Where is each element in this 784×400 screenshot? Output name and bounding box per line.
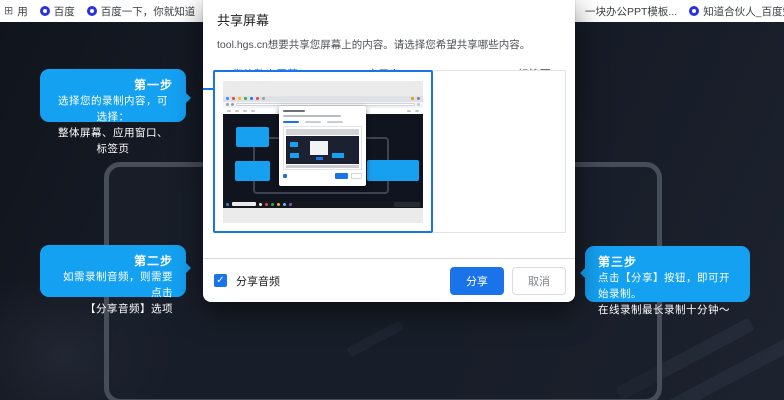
screen-thumbnail-image <box>223 80 423 223</box>
mini-favicon <box>250 97 253 100</box>
callout-step1: 第一步 选择您的录制内容，可选择： 整体屏幕、应用窗口、标签页 <box>40 69 191 155</box>
mini-start-button <box>226 202 229 206</box>
screen-picker-area <box>213 70 566 233</box>
mini-window-controls <box>417 97 420 100</box>
mini-tab <box>327 120 343 123</box>
dialog-subtitle: tool.hgs.cn想要共享您屏幕上的内容。请选择您希望共享哪些内容。 <box>217 39 531 51</box>
mini-dialog-tabs <box>283 120 362 123</box>
mini-bookmark <box>243 109 247 112</box>
mini-bookmark <box>235 109 239 112</box>
bookmark-baidu[interactable]: 百度 <box>39 4 75 19</box>
mini-mini-screenshot <box>286 135 359 164</box>
mini-callout-step2 <box>235 160 270 181</box>
callout-step1-line2: 整体屏幕、应用窗口、标签页 <box>58 127 168 155</box>
callout-step3-line2: 在线录制最长录制十分钟～ <box>598 304 730 316</box>
bookmark-baidu-search[interactable]: 百度一下，你就知道 <box>86 4 196 19</box>
dialog-title: 共享屏幕 <box>217 13 270 28</box>
mini-picker <box>283 125 362 170</box>
callout-step3-title: 第三步 <box>598 255 638 269</box>
bookmark-label: 用 <box>17 5 28 18</box>
bookmark-label: 百度 <box>53 5 75 18</box>
mini-taskbar-icon <box>259 202 262 206</box>
screen-thumbnail-cell-selected[interactable] <box>213 70 433 233</box>
mini-favicon <box>226 97 229 100</box>
mini-dialog-title <box>283 109 305 112</box>
callout-step3: 第三步 点击【分享】按钮，即可开始录制。 在线录制最长录制十分钟～ <box>580 246 750 316</box>
mini-taskbar-icon <box>271 202 274 206</box>
mini-favicon <box>232 97 235 100</box>
mini-system-tray <box>394 201 420 207</box>
share-audio-label: 分享音频 <box>236 275 280 288</box>
mini-mini-callout <box>332 152 344 158</box>
mini-favicon <box>238 97 241 100</box>
mini-letterbox-bottom <box>286 164 359 168</box>
mini-search-box <box>232 202 256 206</box>
mini-nav-icon <box>226 103 229 106</box>
callout-pointer-right <box>184 261 198 275</box>
mini-profile-icon <box>417 103 420 106</box>
callout-step2-line1: 如需录制音频，则需要点击 <box>63 271 173 299</box>
mini-taskbar-icon <box>265 202 268 206</box>
mini-letterbox <box>286 128 359 135</box>
mini-bookmark <box>407 109 411 112</box>
mini-share-dialog <box>279 105 366 186</box>
mini-taskbar <box>223 200 423 208</box>
callout-step1-line1: 选择您的录制内容，可选择： <box>58 95 168 123</box>
callout-step2-line2: 【分享音频】选项 <box>85 303 173 315</box>
mini-share-button <box>335 172 348 179</box>
bookmark-label: 百度一下，你就知道 <box>100 5 196 18</box>
share-audio-checkbox[interactable]: ✓ <box>214 274 227 287</box>
baidu-icon <box>86 6 97 16</box>
mini-mini-callout <box>290 152 299 158</box>
bookmark-apps[interactable]: ⊞ 用 <box>4 4 28 19</box>
mini-callout-step1 <box>236 126 269 147</box>
screen-thumbnail-cell-empty[interactable] <box>433 70 566 233</box>
mini-nav-icon <box>231 103 234 106</box>
callout-step2: 第二步 如需录制音频，则需要点击 【分享音频】选项 <box>40 245 191 315</box>
bookmark-zhidao[interactable]: 知道合伙人_百度知道 <box>689 4 784 19</box>
mini-taskbar-icon <box>289 202 292 206</box>
baidu-icon <box>39 6 50 16</box>
mini-bookmark <box>251 109 255 112</box>
dialog-footer: ✓ 分享音频 分享 取消 <box>203 258 575 302</box>
bookmark-label: 一块办公PPT模板... <box>585 5 678 18</box>
callout-step2-title: 第二步 <box>133 254 173 268</box>
mini-callout-step3 <box>367 159 419 181</box>
mini-mini-button <box>316 156 323 160</box>
mini-favicon <box>244 97 247 100</box>
callout-step3-line1: 点击【分享】按钮，即可开始录制。 <box>598 272 730 300</box>
mini-tab-active <box>283 120 299 123</box>
mini-cancel-button <box>351 172 362 179</box>
mini-bookmark <box>415 109 419 112</box>
cancel-button[interactable]: 取消 <box>512 266 566 295</box>
bookmark-label: 知道合伙人_百度知道 <box>703 5 784 18</box>
baidu-icon <box>689 6 700 16</box>
share-screen-dialog: 共享屏幕 tool.hgs.cn想要共享您屏幕上的内容。请选择您希望共享哪些内容… <box>203 0 575 302</box>
mini-taskbar-icon <box>283 202 286 206</box>
bookmarks-right-group: 一块办公PPT模板... 知道合伙人_百度知道 <box>581 0 784 22</box>
mini-tab <box>305 120 321 123</box>
mini-favicon <box>262 97 265 100</box>
mini-taskbar-icon <box>277 202 280 206</box>
mini-checkbox <box>283 173 287 178</box>
dialog-buttons: 分享 取消 <box>450 266 566 295</box>
mini-favicon <box>256 97 259 100</box>
callout-step1-title: 第一步 <box>133 78 173 92</box>
apps-grid-icon: ⊞ <box>4 5 14 17</box>
callout-pointer-left <box>573 266 587 280</box>
mini-bookmark <box>227 109 231 112</box>
share-button[interactable]: 分享 <box>450 266 504 295</box>
mini-dialog-subtitle <box>283 114 341 117</box>
mini-dialog-footer <box>283 172 362 179</box>
mini-screen <box>223 95 423 208</box>
mini-favicon <box>411 97 414 100</box>
bookmark-ppt-template[interactable]: 一块办公PPT模板... <box>585 4 677 19</box>
mini-mini-dialog <box>310 140 328 155</box>
mini-mini-callout <box>290 141 298 147</box>
callout-pointer-right <box>184 91 198 105</box>
